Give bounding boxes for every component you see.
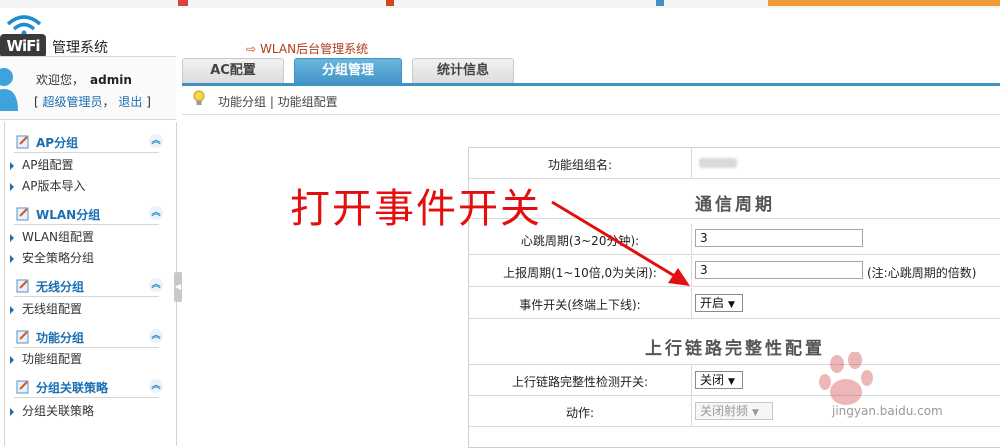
tab-statistics[interactable]: 统计信息	[412, 58, 514, 83]
dropdown-caret-icon: ▼	[728, 377, 735, 387]
sidebar-edge	[0, 122, 5, 446]
collapse-up-icon[interactable]: ︽	[149, 329, 163, 343]
tab-ac-config[interactable]: AC配置	[182, 58, 284, 83]
wifi-logo: WiFi	[0, 12, 60, 58]
uplink-detect-label: 上行链路完整性检测开关:	[511, 375, 649, 389]
heartbeat-input[interactable]	[695, 229, 863, 247]
report-input[interactable]	[695, 261, 863, 279]
logout-link[interactable]: 退出	[118, 95, 142, 109]
wifi-signal-icon	[6, 15, 42, 36]
form-row-report: 上报周期(1~10倍,0为关闭): (注:心跳周期的倍数)	[469, 256, 1000, 287]
sidebar-group-wlan[interactable]: WLAN分组 ︽	[14, 204, 163, 225]
event-switch-label: 事件开关(终端上下线):	[519, 298, 641, 312]
report-note: (注:心跳周期的倍数)	[867, 266, 977, 280]
edit-note-icon	[16, 135, 29, 149]
edit-note-icon	[16, 207, 29, 221]
sidebar-collapse-handle[interactable]: ◀	[174, 272, 182, 302]
collapse-up-icon[interactable]: ︽	[149, 278, 163, 292]
annotation-text: 打开事件开关	[290, 186, 542, 232]
form-row-event-switch: 事件开关(终端上下线): 开启 ▼	[469, 288, 1000, 319]
group-name-value-redacted	[699, 158, 737, 168]
action-label: 动作:	[565, 406, 595, 420]
collapse-up-icon[interactable]: ︽	[149, 206, 163, 220]
group-name-label: 功能组组名:	[547, 158, 613, 172]
heartbeat-label: 心跳周期(3~20分钟):	[520, 234, 640, 248]
tab-group-management[interactable]: 分组管理	[294, 58, 402, 85]
report-label: 上报周期(1~10倍,0为关闭):	[503, 266, 657, 280]
form-row-heartbeat: 心跳周期(3~20分钟):	[469, 224, 1000, 255]
role-link[interactable]: 超级管理员	[43, 95, 103, 109]
dropdown-caret-icon: ▼	[728, 300, 735, 310]
arrow-right-icon: ⇨	[246, 42, 257, 56]
sidebar-item-wlan-group-config[interactable]: WLAN组配置	[10, 228, 94, 245]
sidebar-group-ap[interactable]: AP分组 ︽	[14, 132, 163, 153]
wifi-logo-text: WiFi	[0, 34, 46, 58]
section-divider	[469, 218, 1000, 219]
sidebar-item-wireless-group-config[interactable]: 无线组配置	[10, 300, 82, 317]
user-avatar-icon	[0, 68, 18, 111]
collapse-up-icon[interactable]: ︽	[149, 379, 163, 393]
user-links: [ 超级管理员， 退出 ]	[34, 95, 151, 109]
collapse-up-icon[interactable]: ︽	[149, 134, 163, 148]
sidebar-item-function-group-config[interactable]: 功能组配置	[10, 350, 82, 367]
watermark-text: jingyan.baidu.com	[832, 404, 943, 418]
user-panel: 欢迎您， admin [ 超级管理员， 退出 ]	[0, 56, 176, 120]
sub-breadcrumb: 功能分组 | 功能组配置	[218, 95, 338, 109]
sidebar: AP分组 ︽ AP组配置 AP版本导入 WLAN分组 ︽ WLAN组配置 安全策…	[0, 122, 177, 446]
system-title: 管理系统	[52, 40, 108, 56]
uplink-detect-select[interactable]: 关闭 ▼	[695, 371, 743, 389]
edit-note-icon	[16, 380, 29, 394]
edit-note-icon	[16, 330, 29, 344]
sidebar-group-function[interactable]: 功能分组 ︽	[14, 327, 163, 348]
browser-top-strip	[0, 0, 1000, 8]
edit-note-icon	[16, 279, 29, 293]
username: admin	[90, 73, 132, 87]
sub-breadcrumb-bar: 功能分组 | 功能组配置	[182, 86, 1000, 115]
section-title-comm: 通信周期	[695, 195, 775, 215]
top-breadcrumb[interactable]: ⇨ WLAN后台管理系统	[246, 40, 368, 57]
sidebar-item-ap-group-config[interactable]: AP组配置	[10, 156, 73, 173]
baidu-paw-watermark	[819, 352, 873, 405]
lightbulb-icon	[193, 90, 205, 105]
sidebar-item-security-policy-group[interactable]: 安全策略分组	[10, 249, 94, 266]
sidebar-item-association-policy[interactable]: 分组关联策略	[10, 402, 94, 419]
sidebar-group-wireless[interactable]: 无线分组 ︽	[14, 276, 163, 297]
welcome-text: 欢迎您， admin	[36, 73, 132, 87]
event-switch-select[interactable]: 开启 ▼	[695, 294, 743, 312]
sidebar-item-ap-version-import[interactable]: AP版本导入	[10, 177, 85, 194]
form-row-group-name: 功能组组名:	[469, 148, 1000, 179]
sidebar-group-association-policy[interactable]: 分组关联策略 ︽	[14, 377, 163, 398]
